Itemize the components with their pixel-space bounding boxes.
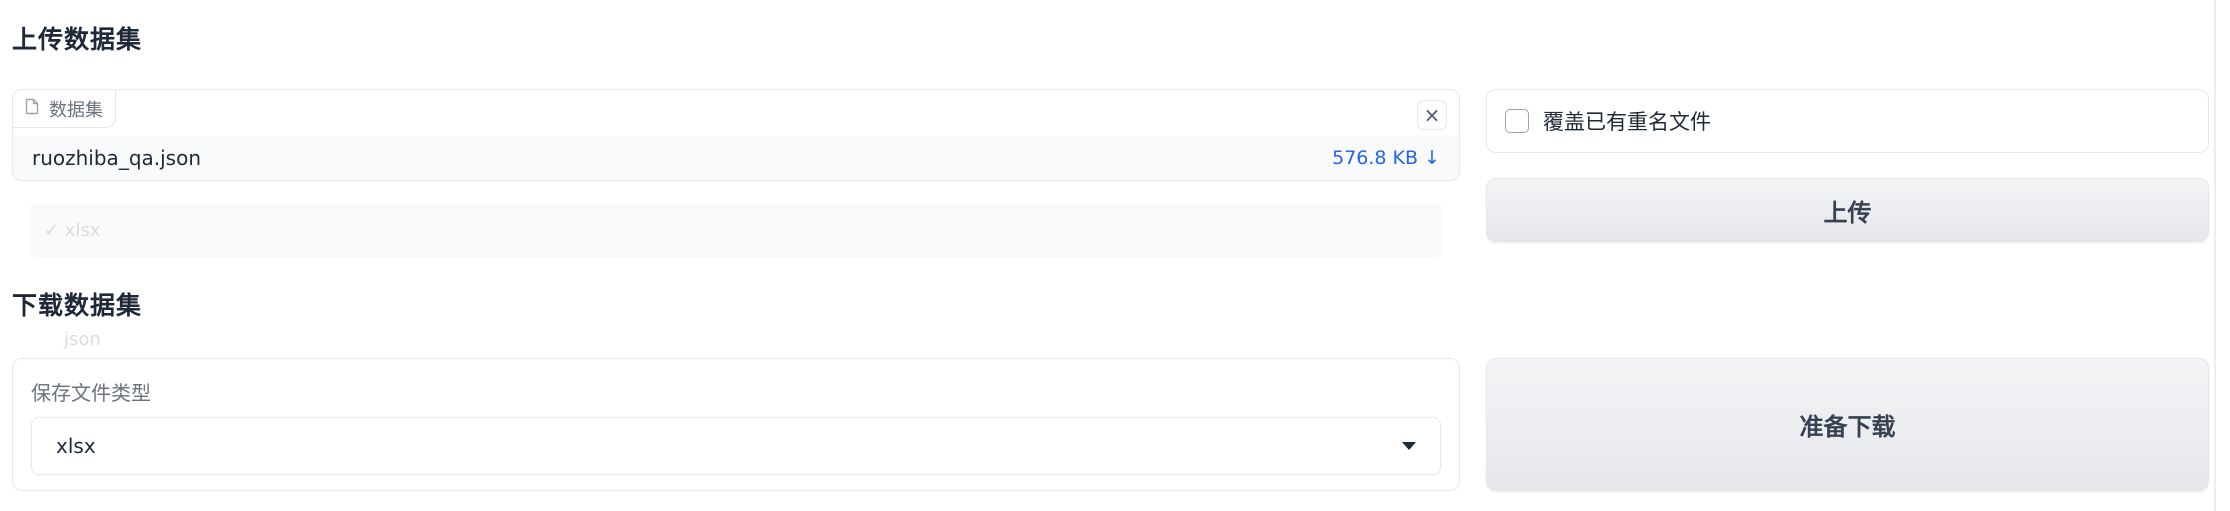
uploaded-file-row[interactable]: ruozhiba_qa.json 576.8 KB ↓ — [14, 136, 1458, 180]
file-name: ruozhiba_qa.json — [32, 146, 202, 170]
divider — [2214, 0, 2216, 511]
dataset-file-box[interactable]: 数据集 × ruozhiba_qa.json 576.8 KB ↓ — [12, 89, 1460, 181]
remove-file-button[interactable]: × — [1417, 100, 1447, 130]
ghost-dropdown-list — [30, 204, 1442, 258]
dataset-page: 上传数据集 数据集 × ruozhiba_qa.json 576.8 KB ↓ … — [0, 0, 2230, 511]
download-section-title: 下载数据集 — [12, 291, 143, 320]
file-type-select[interactable]: xlsx — [31, 417, 1441, 475]
overwrite-label: 覆盖已有重名文件 — [1543, 110, 1711, 134]
upload-section-title: 上传数据集 — [12, 25, 143, 54]
file-type-label: 保存文件类型 — [31, 381, 151, 405]
file-icon — [25, 98, 39, 119]
file-size-download-link[interactable]: 576.8 KB ↓ — [1332, 147, 1440, 169]
ghost-option-selected: ✓ xlsx — [44, 220, 101, 241]
overwrite-checkbox[interactable] — [1505, 109, 1529, 133]
ghost-option-json: json — [64, 329, 101, 350]
overwrite-option[interactable]: 覆盖已有重名文件 — [1486, 89, 2209, 153]
file-type-value: xlsx — [56, 434, 96, 458]
prepare-download-button[interactable]: 准备下载 — [1486, 358, 2209, 491]
file-box-tag: 数据集 — [13, 90, 116, 128]
file-box-label: 数据集 — [49, 99, 103, 121]
chevron-down-icon[interactable] — [1402, 442, 1416, 450]
upload-button[interactable]: 上传 — [1486, 178, 2209, 242]
file-type-panel: 保存文件类型 xlsx — [12, 358, 1460, 491]
